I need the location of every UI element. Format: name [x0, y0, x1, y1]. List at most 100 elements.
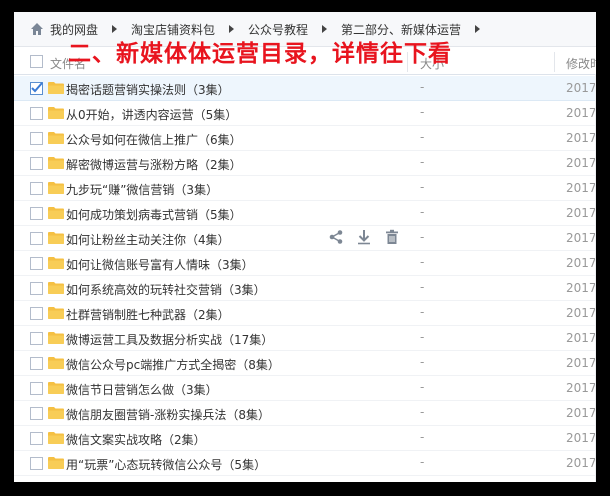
folder-icon [48, 307, 64, 319]
file-size: - [420, 430, 425, 444]
folder-icon [48, 207, 64, 219]
checkmark-icon [31, 82, 43, 93]
row-checkbox[interactable] [30, 257, 43, 270]
column-divider[interactable] [554, 52, 555, 72]
breadcrumb-separator-icon [112, 25, 118, 33]
file-row[interactable]: 从0开始，讲透内容运营（5集） - 2017 [14, 101, 596, 126]
row-checkbox[interactable] [30, 307, 43, 320]
folder-icon [48, 132, 64, 144]
row-checkbox[interactable] [30, 132, 43, 145]
folder-icon [48, 232, 64, 244]
folder-icon [48, 257, 64, 269]
file-name-link[interactable]: 微博运营工具及数据分析实战（17集） [66, 331, 273, 348]
file-name-link[interactable]: 公众号如何在微信上推广（6集） [66, 131, 242, 148]
file-row[interactable]: 公众号如何在微信上推广（6集） - 2017 [14, 126, 596, 151]
file-row[interactable]: 如何让粉丝主动关注你（4集） - 2017 [14, 226, 596, 251]
row-checkbox[interactable] [30, 82, 43, 95]
breadcrumb-separator-icon [475, 25, 481, 33]
file-row[interactable]: 如何让微信账号富有人情味（3集） - 2017 [14, 251, 596, 276]
select-all-checkbox[interactable] [30, 55, 43, 68]
file-size: - [420, 80, 425, 94]
row-checkbox[interactable] [30, 382, 43, 395]
breadcrumb-separator-icon [229, 25, 235, 33]
folder-icon [48, 407, 64, 419]
breadcrumb-item-taobao[interactable]: 淘宝店铺资料包 [131, 21, 215, 38]
file-name-link[interactable]: 如何让粉丝主动关注你（4集） [66, 231, 230, 248]
file-row[interactable]: 社群营销制胜七种武器（2集） - 2017 [14, 301, 596, 326]
file-name-link[interactable]: 社群营销制胜七种武器（2集） [66, 306, 230, 323]
file-row[interactable]: 用“玩票”心态玩转微信公众号（5集） - 2017 [14, 451, 596, 476]
file-row[interactable]: 微博运营工具及数据分析实战（17集） - 2017 [14, 326, 596, 351]
file-date: 2017 [566, 406, 596, 420]
row-actions [328, 229, 400, 245]
file-row[interactable]: 微信公众号pc端推广方式全揭密（8集） - 2017 [14, 351, 596, 376]
file-row[interactable]: 如何系统高效的玩转社交营销（3集） - 2017 [14, 276, 596, 301]
row-checkbox[interactable] [30, 332, 43, 345]
file-size: - [420, 130, 425, 144]
breadcrumb-item-tutorial[interactable]: 公众号教程 [248, 21, 308, 38]
file-browser-window: 我的网盘 淘宝店铺资料包 公众号教程 第二部分、新媒体运营 文件名 大小 修改时… [14, 12, 596, 482]
file-row[interactable]: 如何成功策划病毒式营销（5集） - 2017 [14, 201, 596, 226]
file-name-link[interactable]: 如何成功策划病毒式营销（5集） [66, 206, 242, 223]
file-date: 2017 [566, 106, 596, 120]
file-name-link[interactable]: 从0开始，讲透内容运营（5集） [66, 106, 237, 123]
home-icon[interactable] [30, 22, 44, 36]
file-name-link[interactable]: 微信公众号pc端推广方式全揭密（8集） [66, 356, 280, 373]
row-checkbox[interactable] [30, 107, 43, 120]
file-size: - [420, 330, 425, 344]
file-name-link[interactable]: 微信节日营销怎么做（3集） [66, 381, 218, 398]
file-size: - [420, 155, 425, 169]
share-icon[interactable] [328, 229, 344, 245]
file-row[interactable]: 微信文案实战攻略（2集） - 2017 [14, 426, 596, 451]
file-row[interactable]: 微信朋友圈营销-涨粉实操兵法（8集） - 2017 [14, 401, 596, 426]
file-name-link[interactable]: 如何系统高效的玩转社交营销（3集） [66, 281, 266, 298]
trash-icon[interactable] [384, 229, 400, 245]
breadcrumb-item-current[interactable]: 第二部分、新媒体运营 [341, 21, 461, 38]
folder-icon [48, 282, 64, 294]
column-header-date[interactable]: 修改时间 [566, 55, 596, 72]
file-size: - [420, 105, 425, 119]
row-checkbox[interactable] [30, 207, 43, 220]
download-icon[interactable] [356, 229, 372, 245]
file-date: 2017 [566, 81, 596, 95]
file-row[interactable]: 解密微博运营与涨粉方略（2集） - 2017 [14, 151, 596, 176]
row-checkbox[interactable] [30, 182, 43, 195]
file-date: 2017 [566, 231, 596, 245]
file-name-link[interactable]: 如何让微信账号富有人情味（3集） [66, 256, 254, 273]
row-checkbox[interactable] [30, 357, 43, 370]
file-name-link[interactable]: 用“玩票”心态玩转微信公众号（5集） [66, 456, 266, 473]
row-checkbox[interactable] [30, 457, 43, 470]
file-name-link[interactable]: 揭密话题营销实操法则（3集） [66, 81, 230, 98]
row-checkbox[interactable] [30, 432, 43, 445]
scrollbar-track[interactable] [595, 74, 596, 482]
file-row[interactable]: 揭密话题营销实操法则（3集） - 2017 [14, 76, 596, 101]
file-date: 2017 [566, 281, 596, 295]
folder-icon [48, 382, 64, 394]
breadcrumb-item-home[interactable]: 我的网盘 [50, 21, 98, 38]
row-checkbox[interactable] [30, 157, 43, 170]
file-size: - [420, 355, 425, 369]
file-name-link[interactable]: 微信文案实战攻略（2集） [66, 431, 206, 448]
file-name-link[interactable]: 微信朋友圈营销-涨粉实操兵法（8集） [66, 406, 270, 423]
file-size: - [420, 180, 425, 194]
row-checkbox[interactable] [30, 282, 43, 295]
file-size: - [420, 280, 425, 294]
folder-icon [48, 82, 64, 94]
file-row[interactable]: 微信节日营销怎么做（3集） - 2017 [14, 376, 596, 401]
breadcrumb-separator-icon [322, 25, 328, 33]
folder-icon [48, 332, 64, 344]
file-row[interactable]: 九步玩“赚”微信营销（3集） - 2017 [14, 176, 596, 201]
folder-icon [48, 157, 64, 169]
file-name-link[interactable]: 九步玩“赚”微信营销（3集） [66, 181, 218, 198]
file-name-link[interactable]: 解密微博运营与涨粉方略（2集） [66, 156, 242, 173]
file-size: - [420, 455, 425, 469]
folder-icon [48, 107, 64, 119]
file-date: 2017 [566, 356, 596, 370]
folder-icon [48, 357, 64, 369]
file-list: 揭密话题营销实操法则（3集） - 2017 从0开始，讲透内容运营（5集） - 2017 公… [14, 76, 596, 476]
file-size: - [420, 405, 425, 419]
file-date: 2017 [566, 431, 596, 445]
row-checkbox[interactable] [30, 407, 43, 420]
file-size: - [420, 305, 425, 319]
row-checkbox[interactable] [30, 232, 43, 245]
